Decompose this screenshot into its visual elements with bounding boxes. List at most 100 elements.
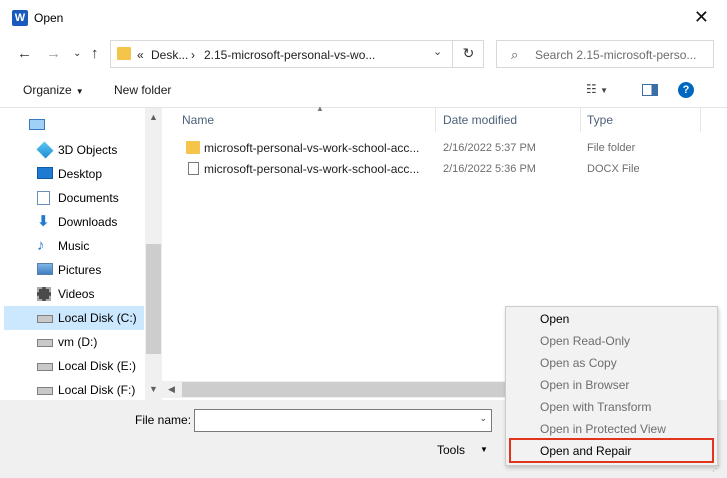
file-list-horizontal-scrollbar[interactable]: ◀ xyxy=(162,381,505,398)
folder-icon xyxy=(186,141,200,154)
file-name: microsoft-personal-vs-work-school-acc... xyxy=(204,162,420,176)
sidebar-item-label: Local Disk (F:) xyxy=(58,383,136,397)
column-header-label: Type xyxy=(587,113,614,127)
breadcrumb-separator[interactable]: › xyxy=(191,48,195,62)
menu-item-open-read-only[interactable]: Open Read-Only xyxy=(506,330,717,352)
sidebar-item-local-disk-c[interactable]: Local Disk (C:) xyxy=(4,306,144,330)
drive-icon xyxy=(37,315,53,323)
breadcrumb-current-folder[interactable]: 2.15-microsoft-personal-vs-wo... xyxy=(204,48,375,62)
sort-ascending-icon: ▲ xyxy=(316,104,324,113)
sidebar-item-label: vm (D:) xyxy=(58,335,98,349)
sidebar-item-music[interactable]: ♪ Music xyxy=(4,234,144,258)
search-icon: ⌕ xyxy=(511,47,519,62)
recent-locations-chevron-icon[interactable]: ⌄ xyxy=(73,48,81,59)
sidebar-item-label: Local Disk (C:) xyxy=(58,311,137,325)
file-row[interactable]: microsoft-personal-vs-work-school-acc...… xyxy=(182,138,722,159)
organize-label: Organize xyxy=(23,83,72,97)
drive-icon xyxy=(37,339,53,347)
menu-item-open-with-transform[interactable]: Open with Transform xyxy=(506,396,717,418)
search-box[interactable]: ⌕ Search 2.15-microsoft-perso... xyxy=(496,40,714,68)
folder-icon xyxy=(117,47,131,60)
scroll-up-icon[interactable]: ▲ xyxy=(149,112,158,122)
forward-arrow-icon[interactable]: → xyxy=(46,45,61,62)
refresh-icon[interactable]: ↻ xyxy=(452,40,484,68)
up-arrow-icon[interactable]: ↑ xyxy=(91,45,99,62)
music-icon: ♪ xyxy=(37,237,45,254)
sidebar-item-pictures[interactable]: Pictures xyxy=(4,258,144,282)
address-bar[interactable]: « Desk... › 2.15-microsoft-personal-vs-w… xyxy=(110,40,484,68)
scroll-down-icon[interactable]: ▼ xyxy=(149,384,158,394)
drive-icon xyxy=(37,363,53,371)
column-header-date-modified[interactable]: Date modified xyxy=(437,108,581,132)
chevron-down-icon: ▼ xyxy=(75,87,84,96)
sidebar-scrollbar[interactable]: ▲ ▼ xyxy=(145,108,162,400)
this-pc-icon xyxy=(29,119,45,130)
column-header-type[interactable]: Type xyxy=(581,108,701,132)
pictures-icon xyxy=(37,263,53,275)
new-folder-button[interactable]: New folder xyxy=(114,83,171,97)
menu-item-open-in-browser[interactable]: Open in Browser xyxy=(506,374,717,396)
navigation-pane: 3D Objects Desktop Documents ⬇ Downloads… xyxy=(0,108,162,400)
tools-button[interactable]: Tools xyxy=(437,443,465,457)
sidebar-item-label: 3D Objects xyxy=(58,143,118,157)
documents-icon xyxy=(37,191,50,205)
breadcrumb-overflow[interactable]: « xyxy=(137,48,144,62)
sidebar-item-label: Local Disk (E:) xyxy=(58,359,137,373)
sidebar-item-label: Music xyxy=(58,239,90,253)
file-row[interactable]: microsoft-personal-vs-work-school-acc...… xyxy=(182,159,722,180)
organize-button[interactable]: Organize ▼ xyxy=(23,83,84,97)
videos-icon xyxy=(37,287,51,301)
downloads-icon: ⬇ xyxy=(37,213,50,230)
sidebar-item-desktop[interactable]: Desktop xyxy=(4,162,144,186)
preview-pane-icon[interactable] xyxy=(642,84,658,96)
file-name-input[interactable]: ⌄ xyxy=(194,409,492,432)
navigation-bar: ← → ⌄ ↑ « Desk... › 2.15-microsoft-perso… xyxy=(0,36,727,72)
breadcrumb-desktop[interactable]: Desk... xyxy=(151,48,188,62)
sidebar-item-this-pc[interactable] xyxy=(4,114,144,138)
file-type: File folder xyxy=(587,142,636,154)
window-title: Open xyxy=(34,11,64,25)
command-bar: Organize ▼ New folder ☷ ▼ ? xyxy=(0,72,727,108)
sidebar-item-label: Downloads xyxy=(58,215,118,229)
column-header-label: Name xyxy=(182,113,215,127)
sidebar-item-3d-objects[interactable]: 3D Objects xyxy=(4,138,144,162)
annotation-highlight-box xyxy=(509,438,714,463)
menu-item-open-as-copy[interactable]: Open as Copy xyxy=(506,352,717,374)
title-bar: W Open ✕ xyxy=(0,0,727,36)
desktop-icon xyxy=(37,167,53,179)
menu-item-open-in-protected-view[interactable]: Open in Protected View xyxy=(506,418,717,440)
column-header-name[interactable]: ▲ Name xyxy=(176,104,436,132)
close-button[interactable]: ✕ xyxy=(694,8,709,26)
tools-dropdown-icon[interactable]: ▼ xyxy=(480,445,488,454)
column-header-label: Date modified xyxy=(443,113,518,127)
chevron-down-icon[interactable]: ⌄ xyxy=(479,413,487,424)
sidebar-item-label: Pictures xyxy=(58,263,102,277)
file-name: microsoft-personal-vs-work-school-acc... xyxy=(204,141,420,155)
help-icon[interactable]: ? xyxy=(678,82,694,98)
menu-item-open[interactable]: Open xyxy=(506,308,717,330)
file-type: DOCX File xyxy=(587,163,640,175)
sidebar-item-vm-d[interactable]: vm (D:) xyxy=(4,330,144,354)
resize-grip-icon[interactable]: ⋰ xyxy=(712,464,720,473)
scroll-left-icon[interactable]: ◀ xyxy=(168,384,175,395)
sidebar-item-documents[interactable]: Documents xyxy=(4,186,144,210)
search-input[interactable]: Search 2.15-microsoft-perso... xyxy=(535,48,696,62)
file-date: 2/16/2022 5:37 PM xyxy=(443,142,536,154)
sidebar-item-local-disk-f[interactable]: Local Disk (F:) xyxy=(4,378,144,402)
file-name-label: File name: xyxy=(135,413,192,427)
horizontal-scroll-thumb[interactable] xyxy=(182,382,505,397)
sidebar-item-downloads[interactable]: ⬇ Downloads xyxy=(4,210,144,234)
sidebar-scroll-thumb[interactable] xyxy=(146,244,161,354)
word-app-icon: W xyxy=(12,10,28,26)
sidebar-item-label: Desktop xyxy=(58,167,103,181)
file-date: 2/16/2022 5:36 PM xyxy=(443,163,536,175)
sidebar-item-label: Documents xyxy=(58,191,119,205)
sidebar-item-local-disk-e[interactable]: Local Disk (E:) xyxy=(4,354,144,378)
sidebar-item-videos[interactable]: Videos xyxy=(4,282,144,306)
drive-icon xyxy=(37,387,53,395)
3d-objects-icon xyxy=(36,141,54,159)
back-arrow-icon[interactable]: ← xyxy=(17,45,32,62)
document-icon xyxy=(188,162,199,175)
change-view-icon[interactable]: ☷ ▼ xyxy=(586,82,626,98)
address-dropdown-icon[interactable]: ⌄ xyxy=(433,45,442,58)
